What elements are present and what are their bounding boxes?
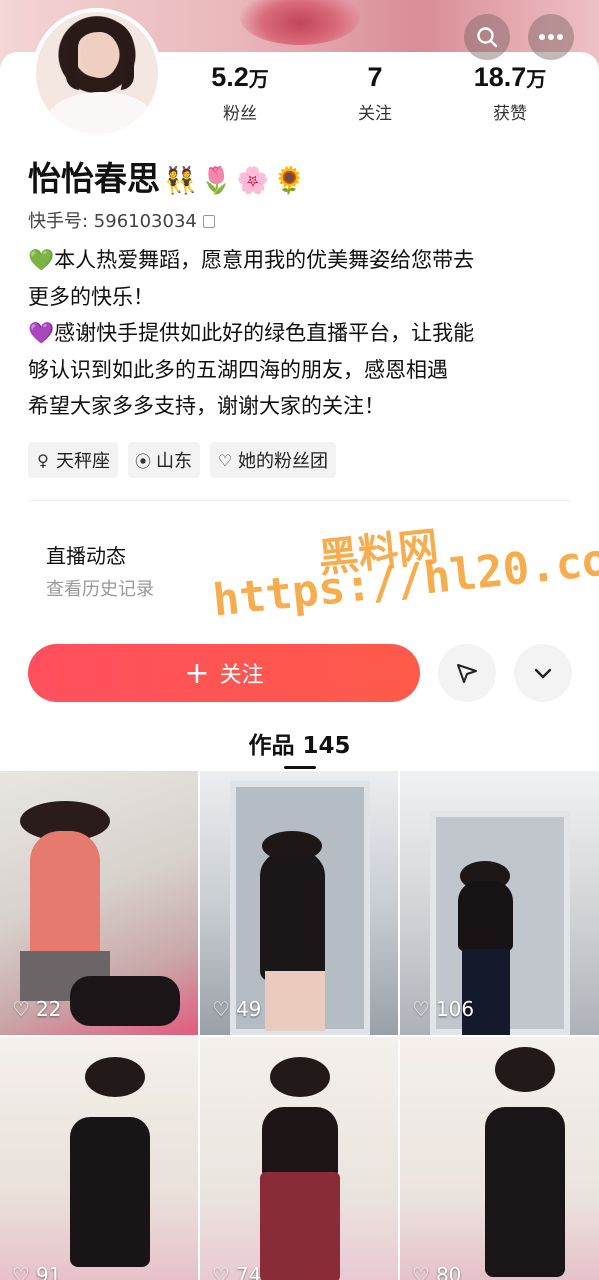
heart-outline-icon: ♡ [12,997,30,1021]
like-count-value: 80 [435,1263,462,1280]
female-icon: ♀ [37,450,49,470]
bio-line: 💚本人热爱舞蹈，愿意用我的优美舞姿给您带去 [28,248,475,272]
stat-likes-value: 18.7 [473,62,527,92]
like-count-value: 106 [435,997,475,1021]
stat-following-label: 关注 [358,104,392,124]
tag-zodiac[interactable]: ♀ 天秤座 [28,442,118,478]
bio-line: 希望大家多多支持，谢谢大家的关注！ [28,394,385,418]
kuaishou-id-text: 快手号: 596103034 [28,211,197,232]
tag-label: 她的粉丝团 [238,451,328,472]
like-count-value: 49 [235,997,262,1021]
sunflower-emoji-icon: 🌻 [273,165,306,196]
tab-works-label: 作品 145 [248,733,351,759]
tag-label: 山东 [156,451,192,472]
send-icon [457,664,477,683]
search-button[interactable] [464,14,510,60]
like-count-value: 74 [235,1263,262,1280]
video-thumbnail[interactable]: ♡ 80 [400,1037,599,1280]
profile-name: 怡怡春思 [28,159,160,198]
tab-indicator [284,766,316,769]
heart-outline-icon: ♡ [212,1263,230,1280]
copy-icon[interactable] [202,215,215,228]
message-button[interactable] [438,644,496,702]
tag-label: 天秤座 [56,451,110,472]
video-thumbnail[interactable]: ♡ 74 [200,1037,398,1280]
video-thumbnail[interactable]: ♡ 91 [0,1037,198,1280]
stat-likes[interactable]: 18.7万 获赞 [460,62,560,124]
tag-fan-club[interactable]: ♡ 她的粉丝团 [210,442,336,478]
like-count: ♡ 106 [412,997,474,1021]
expand-button[interactable] [514,644,572,702]
dancers-emoji-icon: 👯 [164,165,197,196]
works-grid: ♡ 22 ♡ 49 ♡ 106 ♡ 91 ♡ 74 ♡ 80 [0,771,599,1280]
heart-outline-icon: ♡ [12,1263,30,1280]
stat-fans-label: 粉丝 [223,104,257,124]
tulip-emoji-icon: 🌷 [200,165,233,196]
plus-icon: + [184,655,210,691]
profile-tags: ♀ 天秤座 ⦿ 山东 ♡ 她的粉丝团 [28,442,336,478]
tag-location[interactable]: ⦿ 山东 [128,442,200,478]
stat-likes-label: 获赞 [493,104,527,124]
heart-outline-icon: ♡ [212,997,230,1021]
avatar[interactable] [32,8,162,138]
stat-fans-value: 5.2 [211,62,249,92]
stat-following[interactable]: 7 关注 [325,62,425,124]
blossom-emoji-icon: 🌸 [236,165,270,196]
like-count-value: 91 [35,1263,62,1280]
like-count-value: 22 [35,997,62,1021]
location-icon: ⦿ [134,452,151,471]
live-title: 直播动态 [46,544,126,568]
more-button[interactable] [528,14,574,60]
bio-line: 更多的快乐！ [28,284,154,309]
heart-outline-icon: ♡ [217,450,233,470]
like-count: ♡ 80 [412,1263,461,1280]
profile-name-row: 怡怡春思 👯 🌷 🌸 🌻 [28,152,306,200]
heart-outline-icon: ♡ [412,997,430,1021]
like-count: ♡ 74 [212,1263,261,1280]
like-count: ♡ 22 [12,997,61,1021]
stat-following-value: 7 [367,62,383,92]
video-thumbnail[interactable]: ♡ 22 [0,771,198,1035]
bio-line: 够认识到如此多的五湖四海的朋友，感恩相遇 [28,357,448,382]
like-count: ♡ 91 [12,1263,61,1280]
bio: 💚本人热爱舞蹈，愿意用我的优美舞姿给您带去 更多的快乐！ 💜感谢快手提供如此好的… [28,242,568,425]
follow-button[interactable]: + 关注 [28,644,420,702]
video-thumbnail[interactable]: ♡ 49 [200,771,398,1035]
more-dots-icon [539,34,563,40]
stat-likes-unit: 万 [526,69,547,91]
like-count: ♡ 49 [212,997,261,1021]
stat-fans[interactable]: 5.2万 粉丝 [190,62,290,124]
bio-line: 💜感谢快手提供如此好的绿色直播平台，让我能 [28,321,475,345]
live-subtitle: 查看历史记录 [46,579,154,600]
tab-works[interactable]: 作品 145 [0,726,599,760]
chevron-down-icon [534,668,552,679]
search-icon [477,27,498,48]
follow-label: 关注 [219,663,264,688]
heart-outline-icon: ♡ [412,1263,430,1280]
divider [28,500,571,501]
kuaishou-id[interactable]: 快手号: 596103034 [28,207,215,233]
stat-fans-unit: 万 [248,69,269,91]
video-thumbnail[interactable]: ♡ 106 [400,771,599,1035]
